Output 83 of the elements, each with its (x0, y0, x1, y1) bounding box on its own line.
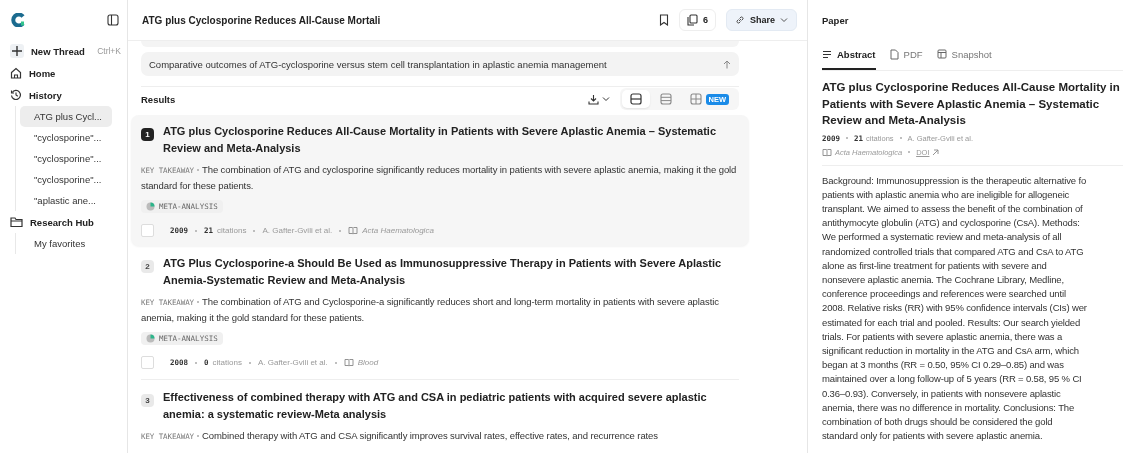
chevron-down-icon (780, 17, 788, 23)
recent-thread[interactable]: "cyclosporine"... (20, 148, 112, 169)
pie-icon (146, 202, 155, 211)
abstract-line: standard only for patients with severe aplastic anemia. (822, 429, 1044, 444)
external-link-icon[interactable] (932, 148, 940, 156)
recent-thread[interactable]: "cyclosporine"... (20, 169, 112, 190)
plus-icon (10, 44, 24, 58)
grid-view-icon (689, 93, 702, 105)
abstract-line: Background: Immunosuppression is the therapeutic alternative fo (822, 173, 1088, 188)
sidebar-toggle-icon[interactable] (107, 14, 119, 26)
journal-name: Acta Haematologica (362, 226, 434, 235)
result-title[interactable]: ATG plus Cyclosporine Reduces All-Cause Mortality in Patients with Severe Aplastic Anemia – Systematic Review and Meta-Analysis (163, 123, 739, 157)
share-button[interactable]: Share (726, 9, 797, 31)
abstract-line: combination of both drugs should be considered the gold (822, 414, 1054, 429)
compact-view-icon (659, 93, 672, 105)
abstract-line: We performed a systematic review and meta-analysis of all (822, 230, 1063, 245)
select-checkbox[interactable] (141, 224, 154, 237)
home-icon (10, 67, 22, 79)
abstract-line: began at 3 months (RR = 0.50, 95% CI 0.29–0.85) and was (822, 358, 1065, 373)
history-icon (10, 89, 22, 101)
thread-title: ATG plus Cyclosporine Reduces All-Cause Mortali (142, 14, 382, 26)
abstract-line: 2008. Relative risks (RR) with 95% confidence intervals (CIs) wer (822, 301, 1088, 316)
authors: A. Gafter-Gvili et al. (262, 226, 333, 235)
query-text: Comparative outcomes of ATG-cyclosporine versus stem cell transplantation in aplastic anemia management (149, 58, 607, 70)
document-icon (889, 48, 899, 60)
sources-button[interactable]: 6 (678, 9, 716, 31)
paper-title-line: Patients with Severe Aplastic Anemia – Systematic (822, 96, 1101, 112)
logo-icon[interactable] (10, 13, 26, 27)
list-view-toggle[interactable] (621, 90, 650, 108)
abstract-line: patients with aplastic anemia who are ineligible for allogeneic (822, 187, 1071, 202)
arrow-up-icon[interactable] (723, 59, 731, 69)
abstract-line: maintained over a long follow-up of 5 years (RR = 0.58, 95 % CI (822, 372, 1083, 387)
recent-thread[interactable]: "cyclosporine"... (20, 127, 112, 148)
bookmark-icon[interactable] (658, 14, 669, 26)
panel-tab[interactable]: Abstract (822, 40, 876, 70)
download-icon[interactable] (587, 93, 599, 105)
book-icon (822, 147, 832, 157)
select-checkbox[interactable] (141, 356, 154, 369)
result-number: 1 (141, 128, 154, 141)
abstract-line: significant reduction in mortality in the ATG and CsA arm, which (822, 343, 1080, 358)
book-icon (348, 226, 359, 235)
layout-icon (936, 49, 947, 59)
chevron-down-icon[interactable] (601, 96, 610, 102)
copy-icon (686, 14, 698, 26)
result-number: 3 (141, 394, 154, 407)
nav-item[interactable]: History (29, 89, 62, 101)
panel-tab[interactable]: Snapshot (936, 40, 992, 70)
pie-icon (146, 334, 155, 343)
list-view-icon (629, 93, 642, 105)
paper-title-line: Review and Meta-Analysis (822, 113, 967, 128)
abstract-line: estimated for each trial and pooled. Results: Our search yielded (822, 315, 1082, 330)
result-title[interactable]: ATG Plus Cyclosporine-a Should Be Used as Immunosuppressive Therapy in Patients with Severe Aplastic Anemia-Systematic Review and Meta-Analysis (163, 255, 739, 289)
saved-collection[interactable]: My favorites (20, 233, 112, 254)
abstract-line: nonsevere aplastic anemia. The Cochrane Library, Medline, (822, 272, 1065, 287)
abstract-line: 0.36–0.93). Conversely, in patients with nonsevere aplastic (822, 386, 1062, 401)
nav-item[interactable]: Home (29, 67, 56, 79)
recent-thread[interactable]: "aplastic ane... (20, 190, 112, 211)
abstract-line: alone as first-line treatment for patients with severe and (822, 258, 1048, 273)
journal-name: Blood (357, 358, 379, 367)
abstract-line: transplant. We aimed to assess the benefit of the combination of (822, 201, 1084, 216)
recent-thread[interactable]: ATG plus Cycl... (20, 106, 112, 127)
link-icon (735, 15, 745, 25)
shortcut-hint: Ctrl+K (97, 46, 122, 56)
query-card[interactable]: Comparative outcomes of ATG-cyclosporine versus stem cell transplantation in aplastic anemia management (141, 52, 739, 76)
results-heading: Results (141, 93, 177, 105)
nav-item[interactable]: Research Hub (30, 216, 94, 228)
lines-icon (822, 49, 832, 59)
abstract-line: conference proceedings and references were searched until (822, 287, 1067, 302)
panel-tab[interactable]: PDF (889, 40, 923, 70)
citations-label: citations (212, 358, 242, 367)
abstract-line: anemia, there was no difference in mortality. Conclusions: The (822, 400, 1076, 415)
citations-label: citations (217, 226, 247, 235)
result-number: 2 (141, 260, 154, 273)
paper-title-line: ATG plus Cyclosporine Reduces All-Cause Mortality in (822, 80, 1121, 95)
book-icon (343, 358, 354, 367)
nav-item[interactable]: New Thread (31, 45, 85, 57)
authors: A. Gafter-Gvili et al. (257, 358, 328, 367)
abstract-line: antithymocyte globulin (ATG) and cyclosporine (CsA). Methods: (822, 216, 1081, 231)
folder-icon (10, 216, 23, 228)
abstract-line: randomized controlled trials that compared ATG and CsA to ATG (822, 244, 1085, 259)
abstract-line: trials. For patients with severe aplastic anemia, there was a (822, 329, 1064, 344)
panel-title: Paper (822, 13, 850, 28)
result-title[interactable]: Effectiveness of combined therapy with ATG and CSA in pediatric patients with acquired severe aplastic anemia: a systematic review-Meta analysis (163, 389, 739, 423)
